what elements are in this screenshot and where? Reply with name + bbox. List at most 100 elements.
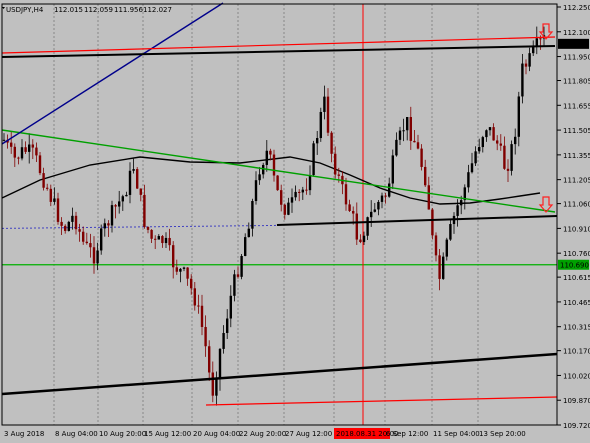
candle-body xyxy=(380,195,384,202)
header-open: 112.015 xyxy=(54,6,83,14)
y-tick-label: 111.205 xyxy=(563,177,590,185)
candle-body xyxy=(211,372,214,396)
header-info: USDJPY,H4 112.015 112.059 111.956 112.02… xyxy=(6,6,172,14)
candle-body xyxy=(298,191,301,193)
candle-body xyxy=(420,148,423,167)
candle-body xyxy=(445,239,448,257)
candle-body xyxy=(28,144,31,152)
x-tick-label: 6 Sep 12:00 xyxy=(386,430,428,438)
candle-body xyxy=(179,268,182,272)
y-tick-label: 110.020 xyxy=(563,372,590,380)
y-tick-label: 109.720 xyxy=(563,422,590,430)
candle-body xyxy=(31,144,34,148)
candle-body xyxy=(305,189,308,191)
candle-body xyxy=(391,155,394,184)
candle-body xyxy=(240,255,243,277)
candle-body xyxy=(402,130,405,132)
candle-body xyxy=(222,332,225,349)
candle-body xyxy=(114,205,117,207)
candle-body xyxy=(46,187,49,189)
x-tick-label: 13 Sep 20:00 xyxy=(479,430,526,438)
candle-body xyxy=(226,318,229,333)
candle-body xyxy=(488,127,492,131)
y-tick-label: 110.170 xyxy=(563,348,590,356)
candle-body xyxy=(233,274,236,296)
candle-body xyxy=(388,183,391,197)
candle-body xyxy=(294,191,297,198)
candle-body xyxy=(197,305,200,307)
candle-body xyxy=(190,278,193,289)
candle-body xyxy=(17,157,20,159)
candle-body xyxy=(359,239,362,243)
candle-body xyxy=(254,180,258,202)
y-tick-label: 111.505 xyxy=(563,127,590,135)
candle-body xyxy=(510,144,513,171)
x-tick-label: 20 Aug 04:00 xyxy=(193,430,240,438)
candle-body xyxy=(416,142,420,149)
candle-body xyxy=(362,235,366,243)
candle-body xyxy=(334,153,337,175)
candle-body xyxy=(352,210,355,214)
candle-body xyxy=(128,170,132,195)
candle-body xyxy=(186,267,189,279)
candle-body xyxy=(326,96,330,133)
y-tick-label: 110.465 xyxy=(563,299,590,307)
candle-body xyxy=(20,147,24,159)
candle-body xyxy=(517,96,520,137)
candle-body xyxy=(481,137,484,148)
candle-body xyxy=(229,295,232,319)
candle-body xyxy=(67,221,70,231)
candle-body xyxy=(269,150,272,155)
candle-body xyxy=(485,130,488,138)
candle-body xyxy=(319,111,322,139)
candle-body xyxy=(161,236,164,244)
candle-body xyxy=(409,117,412,141)
candle-body xyxy=(154,238,157,240)
candle-body xyxy=(262,164,265,175)
candle-body xyxy=(146,226,150,230)
candle-body xyxy=(236,274,240,277)
candle-body xyxy=(449,224,452,240)
price-chart[interactable]: 3 Aug 2018 8 Aug 04:00 10 Aug 20:0015 Aug … xyxy=(0,0,590,443)
candle-body xyxy=(348,204,351,211)
candle-body xyxy=(496,140,499,144)
candle-body xyxy=(470,163,474,173)
candle-body xyxy=(200,305,204,327)
x-tick-label: 10 Aug 20:00 xyxy=(99,430,146,438)
candle-body xyxy=(287,202,290,215)
header-high: 112.059 xyxy=(84,6,113,14)
candle-body xyxy=(514,136,517,145)
header-symbol: USDJPY,H4 xyxy=(6,6,44,14)
y-tick-label: 110.760 xyxy=(563,250,590,258)
candle-body xyxy=(24,147,27,152)
price-tag-label: 110.690 xyxy=(560,262,589,270)
candle-body xyxy=(118,201,121,207)
x-tick-label: 15 Aug 12:00 xyxy=(144,430,191,438)
y-tick-label: 111.950 xyxy=(563,54,590,62)
candle-body xyxy=(377,201,380,210)
x-tick-label: 22 Aug 20:00 xyxy=(239,430,286,438)
candle-body xyxy=(96,250,99,264)
y-tick-label: 110.615 xyxy=(563,274,590,282)
candle-body xyxy=(344,184,348,205)
price-tag-label: 112.027 xyxy=(560,41,589,49)
candle-body xyxy=(434,235,438,256)
candle-body xyxy=(438,255,441,279)
candle-body xyxy=(506,168,510,171)
candle-body xyxy=(301,189,304,193)
candle-body xyxy=(323,96,326,112)
candle-body xyxy=(283,204,286,215)
candle-body xyxy=(337,174,340,176)
header-close: 112.027 xyxy=(143,6,172,14)
candle-body xyxy=(276,175,279,191)
candle-body xyxy=(92,247,96,264)
candle-body xyxy=(218,348,222,380)
candle-body xyxy=(539,38,542,40)
candle-body xyxy=(82,231,85,242)
candle-body xyxy=(193,288,196,306)
candle-body xyxy=(175,267,178,272)
candle-body xyxy=(85,241,88,244)
candle-body xyxy=(74,215,78,230)
candle-body xyxy=(355,213,358,240)
candle-body xyxy=(182,267,186,269)
